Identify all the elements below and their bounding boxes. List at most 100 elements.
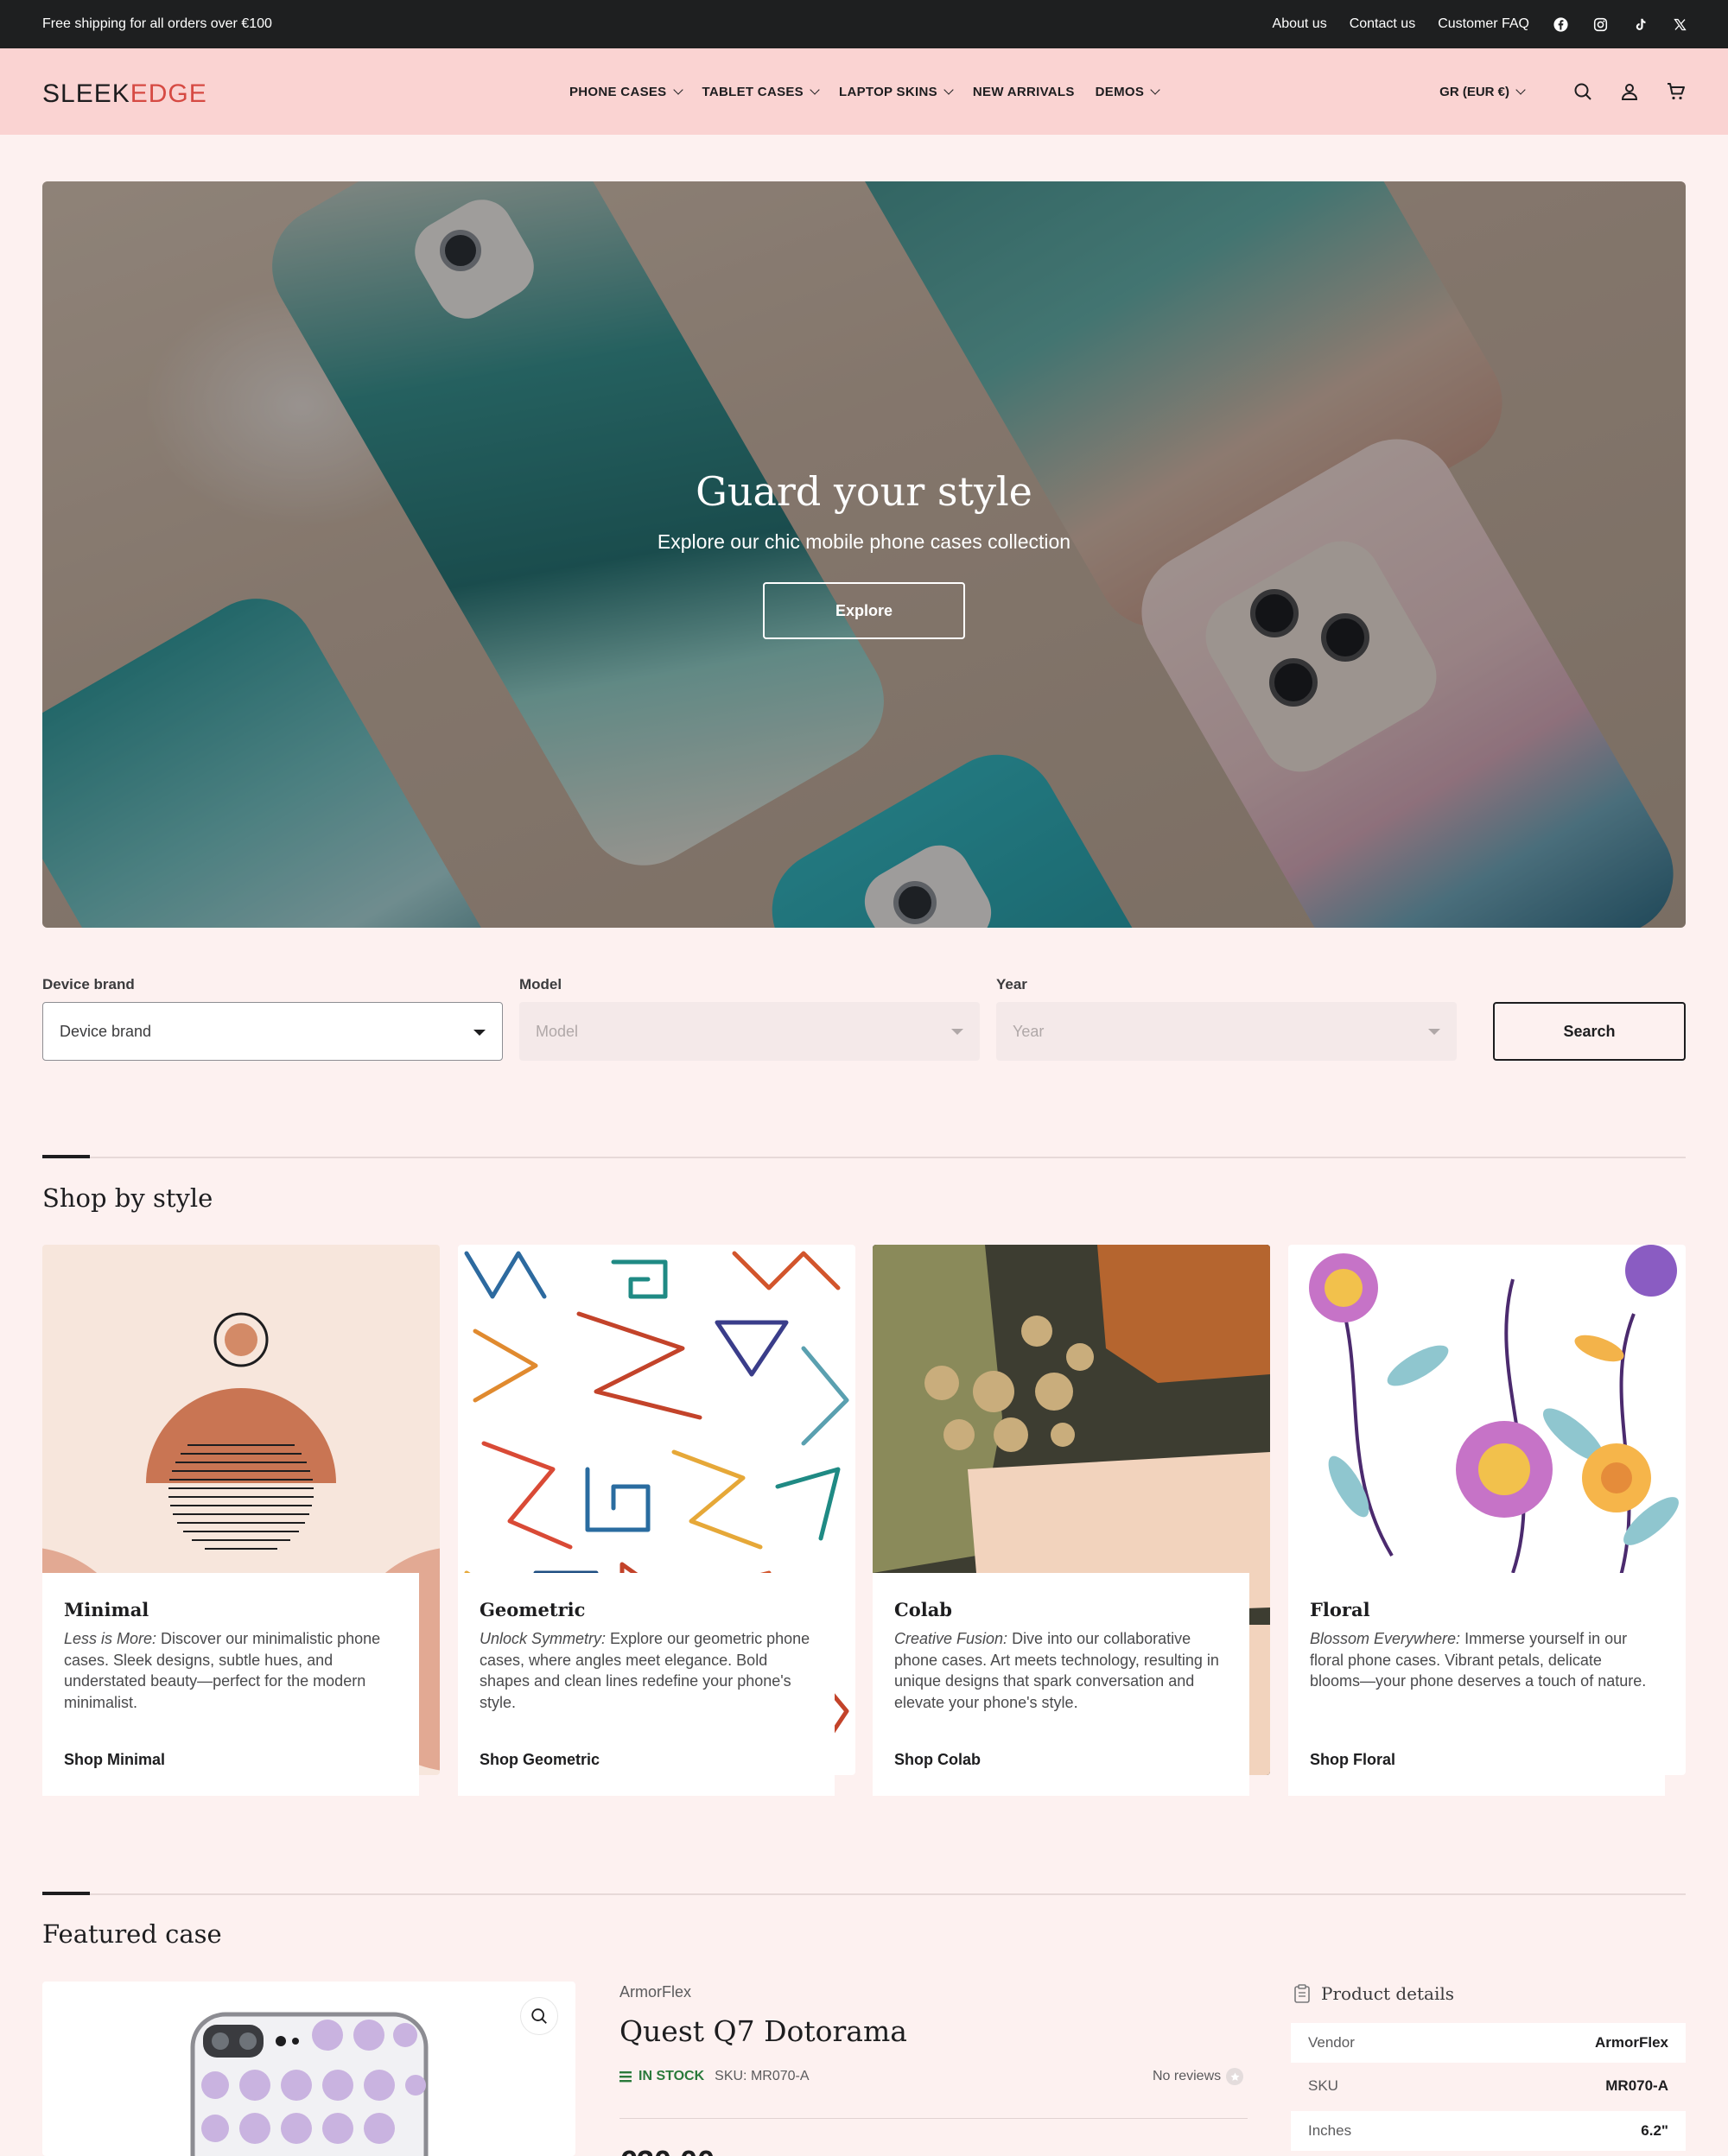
card-title: Colab <box>894 1599 952 1620</box>
in-stock-badge: IN STOCK <box>619 2069 704 2084</box>
dropdown-arrow-icon <box>951 1029 963 1035</box>
chevron-down-icon <box>1515 85 1526 95</box>
main-navigation: PHONE CASES TABLET CASES LAPTOP SKINS NE… <box>569 48 1179 135</box>
stock-label: IN STOCK <box>638 2069 705 2083</box>
product-vendor[interactable]: ArmorFlex <box>619 1983 691 2001</box>
chevron-down-icon <box>1150 85 1160 95</box>
account-icon[interactable] <box>1617 79 1642 104</box>
section-divider <box>42 1892 1686 1895</box>
clipboard-icon <box>1294 1984 1310 2003</box>
star-icon <box>1226 2068 1244 2085</box>
details-heading-text: Product details <box>1321 1983 1454 2004</box>
model-select[interactable]: Model <box>519 1002 980 1061</box>
search-button[interactable]: Search <box>1493 1002 1686 1061</box>
detail-row-sku: SKU MR070-A <box>1291 2066 1686 2106</box>
tiktok-icon[interactable] <box>1631 16 1649 33</box>
card-lead: Blossom Everywhere: <box>1310 1630 1461 1647</box>
divider-accent <box>42 1892 90 1895</box>
detail-key: Vendor <box>1308 2034 1355 2051</box>
nav-label: PHONE CASES <box>569 84 667 99</box>
detail-value: ArmorFlex <box>1594 2034 1668 2051</box>
shop-geometric-link[interactable]: Shop Geometric <box>480 1751 600 1769</box>
card-info: Floral Blossom Everywhere: Immerse yours… <box>1288 1573 1665 1796</box>
card-description: Creative Fusion: Dive into our collabora… <box>894 1628 1231 1713</box>
shop-colab-link[interactable]: Shop Colab <box>894 1751 981 1769</box>
logo-text-accent: EDGE <box>130 79 207 108</box>
nav-demos[interactable]: DEMOS <box>1095 84 1160 99</box>
explore-button[interactable]: Explore <box>763 582 965 639</box>
stock-status: IN STOCK SKU: MR070-A <box>619 2069 810 2084</box>
detail-value: MR070-A <box>1605 2077 1668 2094</box>
nav-label: LAPTOP SKINS <box>839 84 937 99</box>
currency-selector[interactable]: GR (EUR €) <box>1439 84 1526 99</box>
style-card-floral[interactable]: Floral Blossom Everywhere: Immerse yours… <box>1288 1245 1686 1796</box>
shop-minimal-link[interactable]: Shop Minimal <box>64 1751 165 1769</box>
cart-icon[interactable] <box>1664 79 1688 104</box>
reviews-label: No reviews <box>1153 2069 1222 2083</box>
chevron-down-icon <box>810 85 820 95</box>
product-price: €30.00 <box>619 2144 715 2156</box>
card-title: Floral <box>1310 1599 1370 1620</box>
store-logo[interactable]: SLEEKEDGE <box>42 79 207 109</box>
logo-text-primary: SLEEK <box>42 79 130 108</box>
year-select[interactable]: Year <box>996 1002 1457 1061</box>
card-description: Less is More: Discover our minimalistic … <box>64 1628 401 1713</box>
shipping-message: Free shipping for all orders over €100 <box>42 16 272 31</box>
nav-laptop-skins[interactable]: LAPTOP SKINS <box>839 84 954 99</box>
card-info: Colab Creative Fusion: Dive into our col… <box>873 1573 1249 1796</box>
card-info: Minimal Less is More: Discover our minim… <box>42 1573 419 1796</box>
nav-tablet-cases[interactable]: TABLET CASES <box>702 84 820 99</box>
detail-value: 6.2" <box>1641 2122 1668 2139</box>
section-heading: Shop by style <box>42 1183 213 1213</box>
nav-phone-cases[interactable]: PHONE CASES <box>569 84 683 99</box>
search-icon[interactable] <box>1571 79 1595 104</box>
card-lead: Creative Fusion: <box>894 1630 1008 1647</box>
device-brand-label: Device brand <box>42 976 135 992</box>
chevron-down-icon <box>672 85 683 95</box>
card-info: Geometric Unlock Symmetry: Explore our g… <box>458 1573 835 1796</box>
currency-label: GR (EUR €) <box>1439 84 1509 99</box>
divider <box>619 2118 1248 2119</box>
product-image[interactable] <box>42 1982 575 2156</box>
product-sku: SKU: MR070-A <box>715 2069 810 2083</box>
card-lead: Unlock Symmetry: <box>480 1630 607 1647</box>
chevron-down-icon <box>943 85 954 95</box>
device-brand-select[interactable]: Device brand <box>42 1002 503 1061</box>
header-actions: GR (EUR €) <box>1439 48 1688 135</box>
topbar-links: About us Contact us Customer FAQ <box>1250 0 1688 48</box>
facebook-icon[interactable] <box>1552 16 1569 33</box>
detail-key: SKU <box>1308 2077 1338 2094</box>
site-header: SLEEKEDGE PHONE CASES TABLET CASES LAPTO… <box>0 48 1728 135</box>
style-card-geometric[interactable]: Geometric Unlock Symmetry: Explore our g… <box>458 1245 855 1796</box>
product-title[interactable]: Quest Q7 Dotorama <box>619 2014 907 2048</box>
nav-label: NEW ARRIVALS <box>972 84 1075 99</box>
about-us-link[interactable]: About us <box>1273 16 1327 32</box>
instagram-icon[interactable] <box>1591 16 1609 33</box>
shop-floral-link[interactable]: Shop Floral <box>1310 1751 1395 1769</box>
detail-key: Inches <box>1308 2122 1352 2139</box>
nav-label: TABLET CASES <box>702 84 804 99</box>
section-heading: Featured case <box>42 1919 222 1949</box>
detail-row-vendor: Vendor ArmorFlex <box>1291 2023 1686 2063</box>
card-title: Geometric <box>480 1599 586 1620</box>
product-reviews[interactable]: No reviews <box>1153 2068 1244 2085</box>
nav-new-arrivals[interactable]: NEW ARRIVALS <box>973 85 1075 99</box>
customer-faq-link[interactable]: Customer FAQ <box>1438 16 1529 32</box>
dropdown-arrow-icon <box>1428 1029 1440 1035</box>
hero-subtitle: Explore our chic mobile phone cases coll… <box>657 530 1071 553</box>
product-details-heading: Product details <box>1293 1983 1454 2004</box>
year-label: Year <box>996 976 1027 992</box>
card-description: Blossom Everywhere: Immerse yourself in … <box>1310 1628 1647 1692</box>
model-label: Model <box>519 976 562 992</box>
zoom-icon[interactable] <box>520 1997 558 2035</box>
x-icon[interactable] <box>1671 16 1688 33</box>
hero-title: Guard your style <box>696 468 1032 515</box>
nav-label: DEMOS <box>1095 84 1145 99</box>
style-card-minimal[interactable]: Minimal Less is More: Discover our minim… <box>42 1245 440 1796</box>
hero-banner: Guard your style Explore our chic mobile… <box>42 181 1686 928</box>
hero-overlay <box>42 181 1686 928</box>
contact-us-link[interactable]: Contact us <box>1350 16 1415 32</box>
card-lead: Less is More: <box>64 1630 157 1647</box>
divider-accent <box>42 1155 90 1158</box>
style-card-colab[interactable]: Colab Creative Fusion: Dive into our col… <box>873 1245 1270 1796</box>
